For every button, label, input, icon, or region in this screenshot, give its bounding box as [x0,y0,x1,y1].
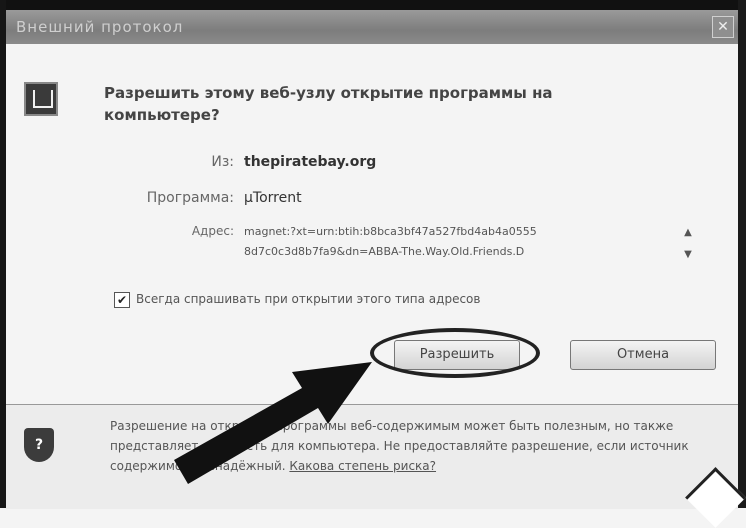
pointer-arrow-icon [174,362,372,484]
